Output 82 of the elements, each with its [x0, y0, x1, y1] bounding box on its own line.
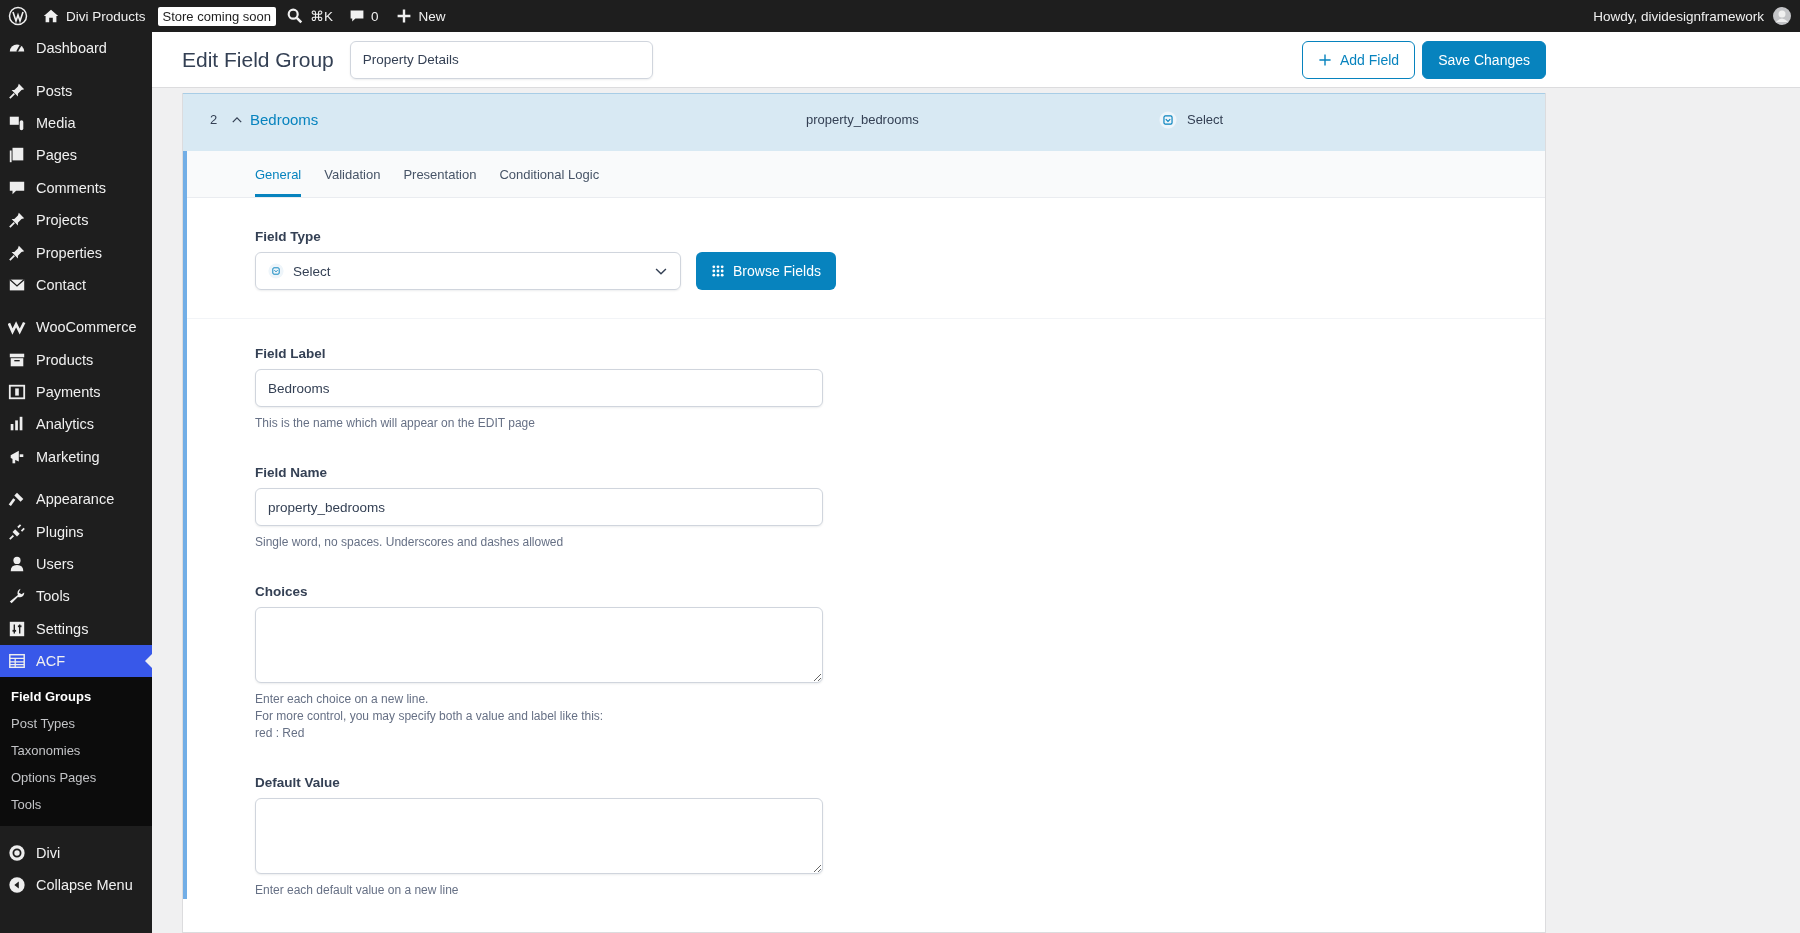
- submenu-item[interactable]: Options Pages: [0, 764, 152, 792]
- user-icon: [8, 555, 26, 574]
- menu-item[interactable]: Users: [0, 547, 152, 581]
- pin-icon: [8, 211, 26, 230]
- menu-item[interactable]: Projects: [0, 203, 152, 237]
- plug-icon: [8, 522, 26, 541]
- help-text: Enter each default value on a new line: [255, 882, 460, 899]
- new-link[interactable]: New: [418, 8, 446, 24]
- help-text: Enter each choice on a new line.: [255, 691, 430, 708]
- menu-item[interactable]: Properties: [0, 236, 152, 269]
- submenu-item[interactable]: Post Types: [0, 710, 152, 738]
- menu-item[interactable]: WooCommerce: [0, 311, 152, 344]
- help-text: Single word, no spaces. Underscores and dashes allowed: [255, 534, 565, 551]
- greeting-link[interactable]: Howdy, dividesignframework: [1593, 8, 1764, 24]
- menu-item[interactable]: ACF: [0, 645, 152, 678]
- help-text: red : Red: [255, 725, 306, 742]
- menu-item[interactable]: Settings: [0, 612, 152, 646]
- collapse-icon: [8, 876, 26, 894]
- menu-item[interactable]: Contact: [0, 268, 152, 302]
- tab[interactable]: Conditional Logic: [499, 151, 600, 197]
- plus-icon: [1318, 52, 1332, 67]
- field-type-select[interactable]: Select: [255, 252, 681, 290]
- field-label: Field Label: [255, 346, 327, 361]
- field-name: property_bedrooms: [806, 112, 920, 127]
- submenu-item[interactable]: Taxonomies: [0, 737, 152, 765]
- submenu-item[interactable]: Tools: [0, 791, 152, 819]
- help-text: For more control, you may specify both a value and label like this:: [255, 708, 605, 725]
- order-number: 2: [210, 112, 219, 127]
- menu-item[interactable]: Pages: [0, 139, 152, 172]
- tab[interactable]: Validation: [324, 151, 381, 197]
- field-label: Choices: [255, 584, 309, 599]
- banknote-icon: [8, 383, 26, 402]
- field-type: Select: [1187, 112, 1224, 127]
- dropdown-icon: [1159, 110, 1177, 129]
- menu-item[interactable]: Dashboard: [0, 32, 152, 65]
- logo-icon[interactable]: [8, 6, 28, 26]
- home-icon: [42, 7, 60, 25]
- field-row[interactable]: 2 Bedrooms property_bedrooms Select: [183, 93, 1545, 151]
- menu-item[interactable]: Media: [0, 106, 152, 140]
- page-title: Edit Field Group: [182, 47, 334, 72]
- field-label: Default Value: [255, 775, 341, 790]
- speech-bubble-icon[interactable]: [348, 8, 365, 24]
- plus-icon[interactable]: [396, 8, 413, 24]
- help-text: This is the name which will appear on the EDIT page: [255, 415, 536, 432]
- search-icon[interactable]: [285, 7, 304, 25]
- menu-item[interactable]: Products: [0, 343, 152, 376]
- submenu-item[interactable]: Field Groups: [0, 683, 152, 711]
- sliders-icon: [8, 619, 26, 638]
- menu-item[interactable]: Appearance: [0, 483, 152, 516]
- comment-count: 0: [370, 8, 379, 24]
- menu-item[interactable]: Collapse Menu: [0, 868, 152, 902]
- add-field-button[interactable]: Add Field: [1302, 40, 1416, 79]
- field-label: Field Name: [255, 465, 329, 480]
- menu-item[interactable]: Posts: [0, 74, 152, 107]
- grid-icon: [711, 264, 725, 278]
- browse-fields-button[interactable]: Browse Fields: [696, 252, 836, 290]
- tab[interactable]: Presentation: [403, 151, 477, 197]
- menu-item[interactable]: Analytics: [0, 408, 152, 441]
- circle-icon: [8, 843, 26, 862]
- pin-icon: [8, 243, 26, 262]
- status-badge: Store coming soon: [157, 6, 276, 26]
- dropdown-icon: [268, 263, 284, 279]
- site-name-link[interactable]: Divi Products: [66, 8, 146, 24]
- wrench-icon: [8, 587, 26, 606]
- text-field[interactable]: Bedrooms: [255, 369, 823, 407]
- field-label: Field Type: [255, 229, 322, 244]
- tab[interactable]: General: [255, 151, 302, 197]
- menu-item[interactable]: Marketing: [0, 440, 152, 474]
- menu-item[interactable]: Plugins: [0, 515, 152, 548]
- menu-item[interactable]: Tools: [0, 580, 152, 613]
- save-button[interactable]: Save Changes: [1422, 40, 1546, 79]
- menu-item[interactable]: Payments: [0, 375, 152, 409]
- avatar-icon[interactable]: [1772, 6, 1792, 26]
- pin-icon: [8, 81, 26, 100]
- menu-item[interactable]: Comments: [0, 171, 152, 204]
- table-icon: [8, 652, 26, 671]
- text-field[interactable]: property_bedrooms: [255, 488, 823, 526]
- pages-icon: [8, 146, 26, 165]
- title-field[interactable]: Property Details: [349, 40, 653, 79]
- menu-item[interactable]: Divi: [0, 836, 152, 869]
- paintbrush-icon: [8, 490, 26, 509]
- shortcut-label: ⌘K: [309, 8, 333, 24]
